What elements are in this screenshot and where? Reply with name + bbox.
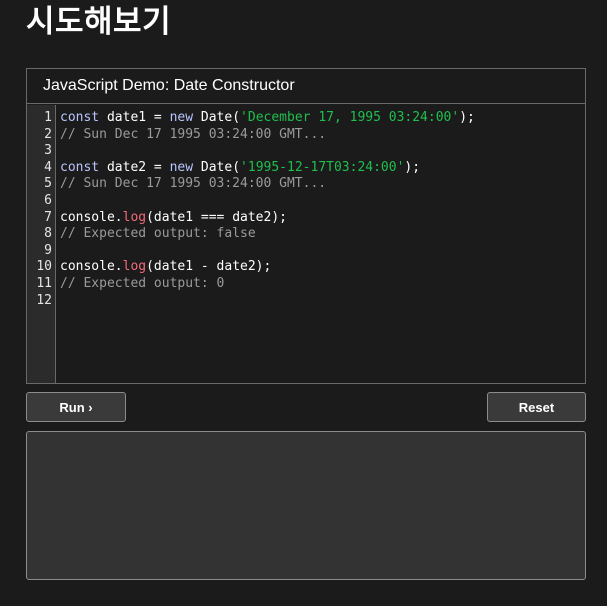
line-number: 7 bbox=[44, 209, 52, 225]
code-token: ); bbox=[404, 159, 421, 175]
line-number: 5 bbox=[44, 176, 52, 192]
run-button[interactable]: Run › bbox=[26, 392, 126, 422]
line-number: 11 bbox=[36, 275, 52, 291]
line-number: 8 bbox=[44, 226, 52, 242]
code-line: // Expected output: false bbox=[60, 226, 585, 243]
code-token: Date( bbox=[193, 159, 241, 175]
code-token: ); bbox=[459, 110, 475, 125]
code-line: console.log(date1 === date2); bbox=[60, 210, 585, 227]
code-token: date1 = bbox=[99, 110, 170, 125]
editor-body: 1 2 3 4 5 6 7 8 9 10 11 12 const date1 = new Date('… bbox=[27, 105, 585, 383]
code-line: console.log(date1 - date2); bbox=[60, 259, 585, 276]
code-line: // Sun Dec 17 1995 03:24:00 GMT... bbox=[60, 127, 585, 144]
code-token: // Sun Dec 17 1995 03:24:00 GMT... bbox=[60, 176, 327, 192]
code-editor-panel: JavaScript Demo: Date Constructor 123456… bbox=[26, 68, 586, 384]
code-token: new bbox=[169, 110, 194, 125]
code-token: const bbox=[60, 159, 100, 175]
code-token: const bbox=[60, 110, 100, 125]
code-token: new bbox=[169, 159, 194, 175]
code-token: date2 = bbox=[99, 159, 170, 175]
code-line: // Sun Dec 17 1995 03:24:00 GMT... bbox=[60, 176, 585, 193]
line-number: 4 bbox=[44, 159, 52, 175]
code-token: (date1 - date2); bbox=[146, 259, 272, 275]
reset-button-label: Reset bbox=[518, 399, 555, 415]
line-number: 9 bbox=[44, 242, 52, 258]
line-number: 2 bbox=[44, 126, 52, 142]
run-button-label: Run › bbox=[59, 399, 93, 415]
output-console bbox=[26, 431, 586, 580]
line-number: 3 bbox=[44, 143, 52, 159]
code-token: Date( bbox=[193, 110, 241, 125]
line-number: 6 bbox=[44, 192, 52, 208]
editor-header: JavaScript Demo: Date Constructor bbox=[27, 69, 585, 104]
code-token: (date1 === date2); bbox=[146, 209, 287, 225]
code-line: const date1 = new Date('December 17, 199… bbox=[60, 110, 585, 127]
code-token: '1995-12-17T03:24:00' bbox=[240, 159, 405, 175]
code-token: log bbox=[122, 259, 147, 275]
line-number: 12 bbox=[36, 292, 52, 308]
code-line: const date2 = new Date('1995-12-17T03:24… bbox=[60, 160, 585, 177]
code-line: // Expected output: 0 bbox=[60, 276, 585, 293]
editor-title: JavaScript Demo: Date Constructor bbox=[43, 77, 295, 94]
code-token: log bbox=[122, 209, 147, 225]
code-token: console. bbox=[60, 259, 123, 275]
code-area[interactable]: const date1 = new Date('December 17, 199… bbox=[56, 105, 585, 383]
code-token: 'December 17, 1995 03:24:00' bbox=[240, 110, 460, 125]
reset-button[interactable]: Reset bbox=[487, 392, 586, 422]
code-token: // Expected output: 0 bbox=[60, 275, 225, 291]
line-number-gutter: 1 2 3 4 5 6 7 8 9 10 11 12 bbox=[27, 105, 56, 383]
page-title: 시도해보기 bbox=[26, 4, 172, 40]
line-number: 1 bbox=[44, 110, 52, 125]
code-token: console. bbox=[60, 209, 123, 225]
code-token: // Sun Dec 17 1995 03:24:00 GMT... bbox=[60, 126, 327, 142]
code-token: // Expected output: false bbox=[60, 226, 256, 242]
line-number: 10 bbox=[36, 259, 52, 275]
